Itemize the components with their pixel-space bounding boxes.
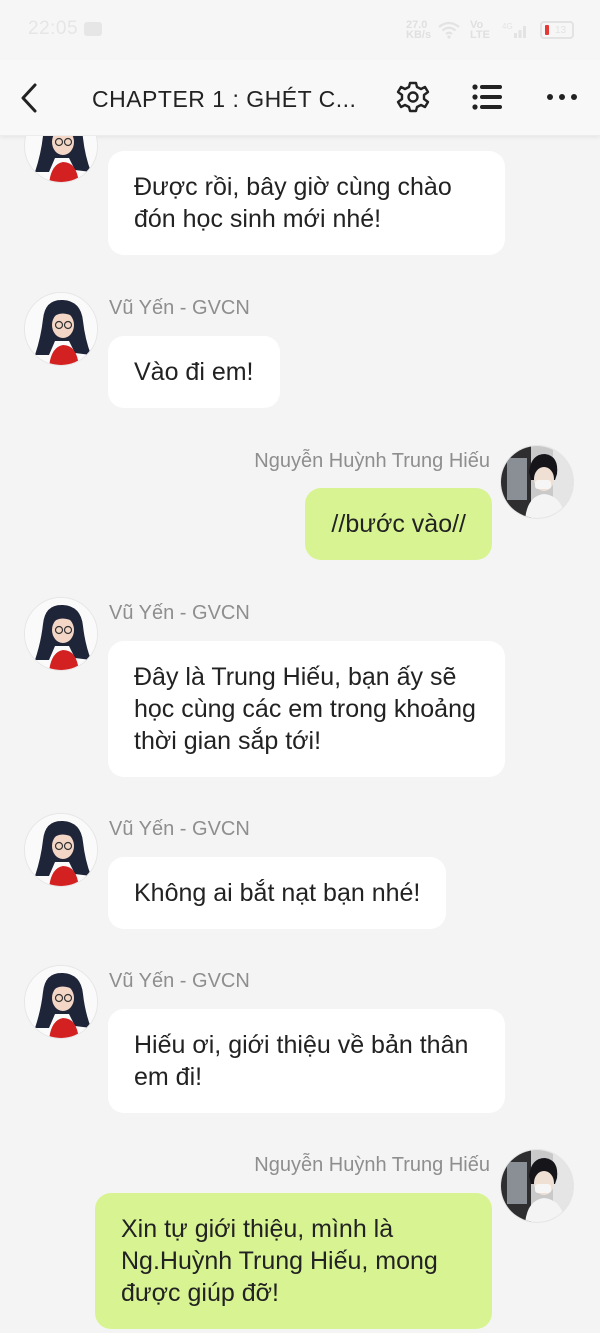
chat-area[interactable]: Được rồi, bây giờ cùng chào đón học sinh… — [0, 136, 600, 1333]
status-icons: 27.0 KB/s Vo LTE 4G 13 — [406, 18, 574, 42]
network-speed: 27.0 KB/s — [406, 19, 432, 41]
message-bubble-teacher: Vào đi em! — [108, 336, 280, 408]
top-bar: CHAPTER 1 : GHÉT C... — [0, 60, 600, 136]
teacher-avatar[interactable] — [24, 292, 98, 366]
message-bubble-student: Xin tự giới thiệu, mình là Ng.Huỳnh Trun… — [95, 1193, 492, 1329]
signal-type: 4G — [502, 22, 513, 31]
signal-icon: 4G — [502, 21, 530, 39]
status-bar: 22:05 27.0 KB/s Vo LTE 4G 13 — [0, 0, 600, 60]
battery-icon: 13 — [540, 21, 574, 39]
teacher-avatar[interactable] — [24, 597, 98, 671]
sender-name-teacher: Vũ Yến - GVCN — [109, 818, 250, 840]
teacher-avatar[interactable] — [24, 965, 98, 1039]
sender-name-teacher: Vũ Yến - GVCN — [109, 602, 250, 624]
list-icon — [472, 84, 502, 110]
message-bubble-teacher: Không ai bắt nạt bạn nhé! — [108, 857, 447, 929]
battery-percent: 13 — [555, 24, 567, 36]
more-dots-icon — [547, 94, 577, 100]
student-avatar[interactable] — [500, 445, 574, 519]
back-button[interactable] — [14, 78, 44, 118]
sender-name-student: Nguyễn Huỳnh Trung Hiếu — [254, 1154, 490, 1176]
message-bubble-teacher: Được rồi, bây giờ cùng chào đón học sinh… — [108, 151, 505, 255]
teacher-avatar[interactable] — [24, 136, 98, 183]
wifi-icon — [438, 21, 460, 39]
chapter-title: CHAPTER 1 : GHÉT C... — [92, 86, 357, 112]
status-time: 22:05 — [28, 18, 79, 39]
message-bubble-teacher: Đây là Trung Hiếu, bạn ấy sẽ học cùng cá… — [108, 641, 505, 777]
sender-name-teacher: Vũ Yến - GVCN — [109, 297, 250, 319]
message-bubble-teacher: Hiếu ơi, giới thiệu về bản thân em đi! — [108, 1009, 505, 1113]
sender-name-teacher: Vũ Yến - GVCN — [109, 970, 250, 992]
settings-button[interactable] — [396, 80, 430, 114]
message-bubble-student: //bước vào// — [305, 488, 492, 560]
volte-label: Vo LTE — [470, 19, 490, 41]
back-arrow-icon — [21, 83, 37, 113]
table-of-contents-button[interactable] — [470, 80, 504, 114]
teacher-avatar[interactable] — [24, 813, 98, 887]
sender-name-student: Nguyễn Huỳnh Trung Hiếu — [254, 450, 490, 472]
gear-icon — [396, 81, 430, 113]
more-options-button[interactable] — [544, 80, 580, 114]
student-avatar[interactable] — [500, 1149, 574, 1223]
message-notification-icon — [84, 22, 102, 36]
